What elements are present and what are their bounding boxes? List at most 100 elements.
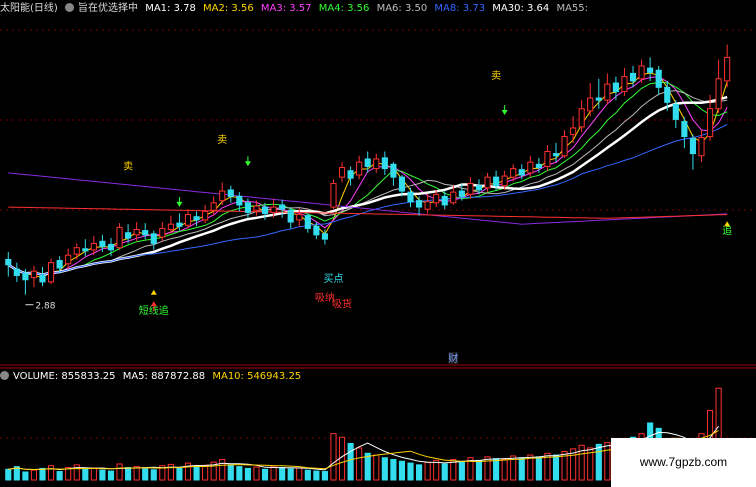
volume-bar xyxy=(116,463,123,481)
candle-body xyxy=(724,56,731,82)
volume-bar xyxy=(518,457,525,481)
candle-body xyxy=(458,190,465,197)
candle-body xyxy=(501,175,508,187)
volume-legend: VOLUME: 855833.25 MA5: 887872.88 MA10: 5… xyxy=(0,370,305,384)
candle-body xyxy=(527,161,534,174)
candle-body xyxy=(330,183,337,208)
ma2-line xyxy=(8,72,728,279)
candle-body xyxy=(193,216,200,221)
candle-body xyxy=(210,202,217,211)
candle-body xyxy=(398,176,406,192)
ma6-line xyxy=(8,90,728,276)
watermark: www.7gpzb.com xyxy=(611,438,756,487)
volume-bar xyxy=(219,459,226,481)
volume-bar xyxy=(347,442,354,481)
candle-body xyxy=(467,183,474,195)
volume-bar xyxy=(56,471,63,481)
volume-bar xyxy=(142,468,149,481)
candle-body xyxy=(313,225,320,236)
candle-body xyxy=(706,108,714,138)
volume-bar xyxy=(244,467,251,481)
volume-bar xyxy=(373,454,380,481)
candle-body xyxy=(664,86,671,103)
arrow-down-icon xyxy=(244,161,251,167)
volume-bar xyxy=(39,467,46,481)
volume-bar xyxy=(313,470,320,481)
candle-body xyxy=(304,215,311,229)
volume-bar xyxy=(22,471,29,481)
ma3-line xyxy=(8,76,728,276)
volume-bar xyxy=(475,459,483,481)
volume-bar xyxy=(236,466,243,481)
volume-bar xyxy=(552,454,560,481)
volume-bar xyxy=(193,466,200,481)
ma55-line xyxy=(8,172,728,225)
signal-label: 买点 xyxy=(323,273,343,285)
arrow-down-icon xyxy=(501,110,508,115)
candle-body xyxy=(373,158,380,170)
volume-bar xyxy=(390,459,397,481)
volume-bar xyxy=(424,461,431,481)
volume-bar xyxy=(484,456,491,481)
candle-body xyxy=(535,163,542,169)
candle-body xyxy=(587,97,594,112)
candle-body xyxy=(655,69,662,88)
volume-bar xyxy=(5,468,12,481)
volume-bar xyxy=(604,442,611,481)
candle-body xyxy=(424,201,431,210)
candle-body xyxy=(30,270,38,279)
candle-body xyxy=(296,214,303,221)
candle-body xyxy=(364,158,371,167)
candle-body xyxy=(544,150,551,167)
volume-bar xyxy=(287,468,294,481)
candle-body xyxy=(279,204,286,210)
candle-body xyxy=(604,83,611,101)
candle-body xyxy=(647,67,654,73)
signal-label: 卖 xyxy=(123,161,133,173)
signal-label: 卖 xyxy=(217,134,227,146)
buy-triangle-icon xyxy=(724,221,731,227)
candle-body xyxy=(681,121,688,138)
volume-label: VOLUME: 855833.25 xyxy=(13,371,116,382)
candle-body xyxy=(518,169,525,176)
candle-body xyxy=(450,191,457,204)
volume-bar xyxy=(270,465,277,481)
candle-body xyxy=(99,240,106,248)
candle-body xyxy=(48,262,55,283)
candle-body xyxy=(167,223,174,231)
volume-bar xyxy=(296,467,303,481)
volume-bar xyxy=(407,462,414,481)
volume-bar xyxy=(133,466,140,481)
candle-body xyxy=(715,78,722,110)
candle-body xyxy=(133,229,140,236)
volume-bar xyxy=(321,471,328,481)
candle-body xyxy=(39,274,46,283)
volume-indicator-icon[interactable] xyxy=(0,371,9,380)
volume-ma10-label: MA10: 546943.25 xyxy=(212,371,302,382)
candle-body xyxy=(125,232,132,239)
volume-bar xyxy=(338,436,346,481)
candle-body xyxy=(82,248,89,252)
candle-body xyxy=(13,268,20,276)
candle-body xyxy=(338,167,346,178)
candle-body xyxy=(22,272,29,281)
volume-bar xyxy=(150,469,157,481)
volume-bar xyxy=(356,447,363,481)
arrow-down-icon xyxy=(176,201,183,207)
candle-body xyxy=(612,82,619,93)
candle-body xyxy=(595,97,602,101)
candle-body xyxy=(433,193,440,204)
candle-body xyxy=(227,189,234,197)
candle-body xyxy=(65,254,72,265)
candle-body xyxy=(689,138,696,155)
arrow-up-icon xyxy=(150,301,157,307)
candle-body xyxy=(561,136,568,157)
candle-body xyxy=(287,209,294,223)
candle-body xyxy=(347,170,354,179)
candle-body xyxy=(236,195,243,206)
candle-body xyxy=(73,247,80,255)
candle-body xyxy=(570,127,577,135)
candle-body xyxy=(510,168,517,178)
buy-triangle-icon xyxy=(150,289,157,295)
candle-body xyxy=(407,191,414,203)
